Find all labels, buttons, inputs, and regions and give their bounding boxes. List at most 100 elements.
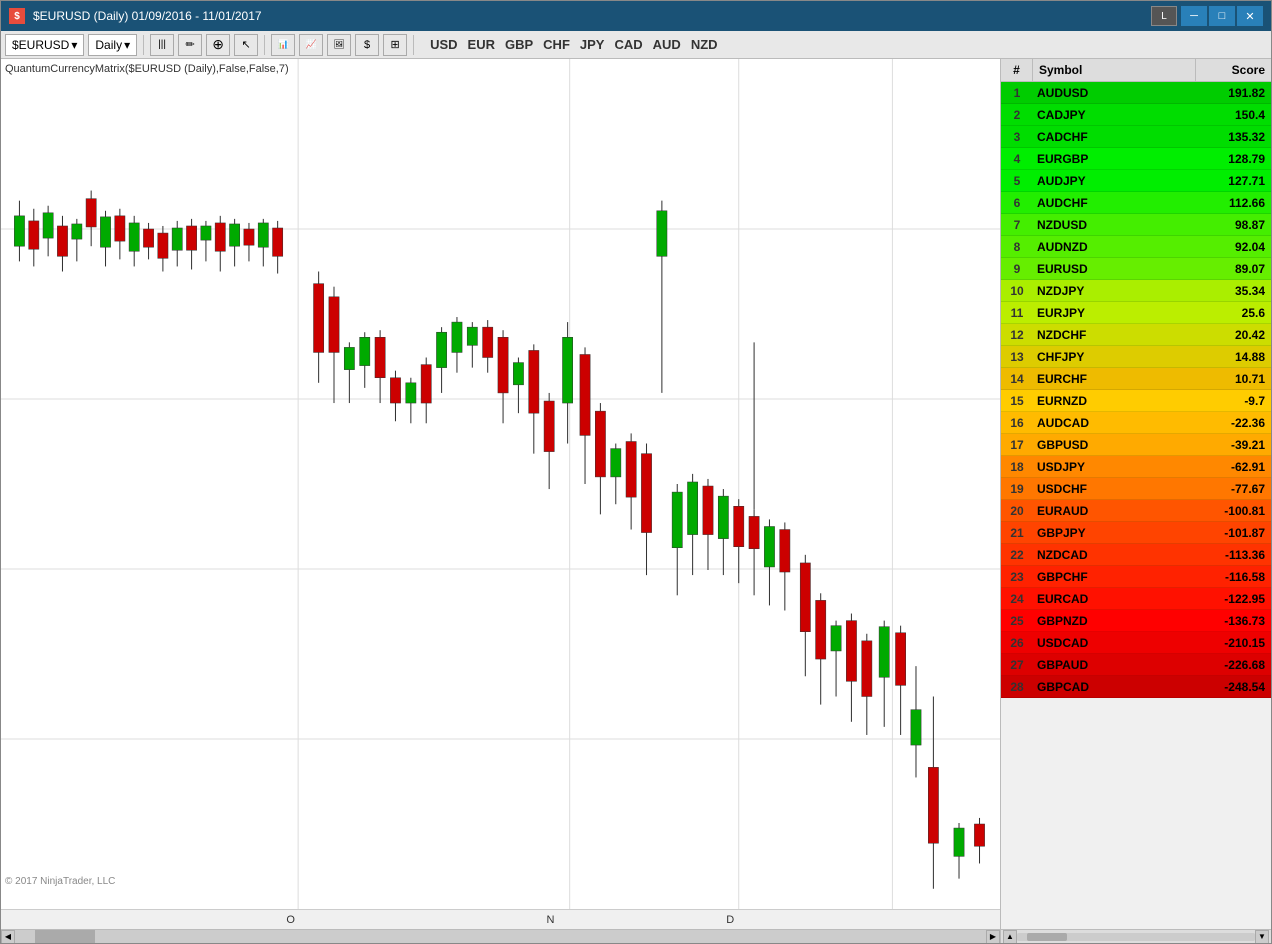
row-num: 7 xyxy=(1001,218,1033,232)
title-bar: $ $EURUSD (Daily) 01/09/2016 - 11/01/201… xyxy=(1,1,1271,31)
sidebar-scroll-up[interactable]: ▲ xyxy=(1003,930,1017,944)
sidebar-row[interactable]: 28GBPCAD-248.54 xyxy=(1001,676,1271,698)
sidebar-row[interactable]: 14EURCHF10.71 xyxy=(1001,368,1271,390)
chart-svg xyxy=(1,59,1000,909)
row-num: 28 xyxy=(1001,680,1033,694)
axis-label-n: N xyxy=(546,914,554,926)
sidebar-row[interactable]: 11EURJPY25.6 xyxy=(1001,302,1271,324)
currency-usd[interactable]: USD xyxy=(428,37,459,52)
row-num: 4 xyxy=(1001,152,1033,166)
row-symbol: GBPNZD xyxy=(1033,614,1196,628)
row-score: 89.07 xyxy=(1196,262,1271,276)
chart-area: QuantumCurrencyMatrix($EURUSD (Daily),Fa… xyxy=(1,59,1001,943)
sidebar-row[interactable]: 10NZDJPY35.34 xyxy=(1001,280,1271,302)
sidebar-row[interactable]: 19USDCHF-77.67 xyxy=(1001,478,1271,500)
sidebar-row[interactable]: 6AUDCHF112.66 xyxy=(1001,192,1271,214)
row-score: 98.87 xyxy=(1196,218,1271,232)
row-symbol: USDCAD xyxy=(1033,636,1196,650)
sidebar-row[interactable]: 15EURNZD-9.7 xyxy=(1001,390,1271,412)
sidebar-row[interactable]: 12NZDCHF20.42 xyxy=(1001,324,1271,346)
sidebar-row[interactable]: 16AUDCAD-22.36 xyxy=(1001,412,1271,434)
symbol-dropdown[interactable]: $EURUSD ▾ xyxy=(5,34,84,56)
tool-4[interactable]: $ xyxy=(355,34,379,56)
sidebar-row[interactable]: 26USDCAD-210.15 xyxy=(1001,632,1271,654)
toolbar: $EURUSD ▾ Daily ▾ ||| ✏ ⊕ ↖ 📊 📈 🖼 $ ⊞ US… xyxy=(1,31,1271,59)
row-num: 13 xyxy=(1001,350,1033,364)
currency-aud[interactable]: AUD xyxy=(651,37,683,52)
row-score: 20.42 xyxy=(1196,328,1271,342)
currency-gbp[interactable]: GBP xyxy=(503,37,535,52)
tool-1[interactable]: 📊 xyxy=(271,34,295,56)
tool-5[interactable]: ⊞ xyxy=(383,34,407,56)
row-num: 14 xyxy=(1001,372,1033,386)
timeframe-dropdown[interactable]: Daily ▾ xyxy=(88,34,137,56)
currency-eur[interactable]: EUR xyxy=(466,37,497,52)
scroll-left-btn[interactable]: ◀ xyxy=(1,930,15,944)
chart-canvas[interactable]: © 2017 NinjaTrader, LLC xyxy=(1,59,1000,909)
row-symbol: AUDCAD xyxy=(1033,416,1196,430)
sidebar-scroll-track[interactable] xyxy=(1017,933,1255,941)
sidebar-row[interactable]: 21GBPJPY-101.87 xyxy=(1001,522,1271,544)
sidebar-row[interactable]: 7NZDUSD98.87 xyxy=(1001,214,1271,236)
currency-nzd[interactable]: NZD xyxy=(689,37,720,52)
sidebar-row[interactable]: 27GBPAUD-226.68 xyxy=(1001,654,1271,676)
sidebar-row[interactable]: 24EURCAD-122.95 xyxy=(1001,588,1271,610)
row-num: 23 xyxy=(1001,570,1033,584)
sidebar-row[interactable]: 5AUDJPY127.71 xyxy=(1001,170,1271,192)
crosshair-button[interactable]: ⊕ xyxy=(206,34,230,56)
sidebar-row[interactable]: 13CHFJPY14.88 xyxy=(1001,346,1271,368)
sidebar-rows[interactable]: 1AUDUSD191.822CADJPY150.43CADCHF135.324E… xyxy=(1001,82,1271,929)
row-num: 11 xyxy=(1001,306,1033,320)
sidebar-row[interactable]: 2CADJPY150.4 xyxy=(1001,104,1271,126)
minimize-button[interactable]: ─ xyxy=(1181,6,1207,26)
chart-scrollbar-horizontal[interactable]: ◀ ▶ xyxy=(1,929,1000,943)
currency-jpy[interactable]: JPY xyxy=(578,37,607,52)
sidebar-row[interactable]: 1AUDUSD191.82 xyxy=(1001,82,1271,104)
row-score: -62.91 xyxy=(1196,460,1271,474)
currency-cad[interactable]: CAD xyxy=(612,37,644,52)
sidebar-scroll-down[interactable]: ▼ xyxy=(1255,930,1269,944)
scroll-thumb[interactable] xyxy=(35,930,95,944)
sidebar: # Symbol Score 1AUDUSD191.822CADJPY150.4… xyxy=(1001,59,1271,943)
sidebar-scrollbar[interactable]: ▲ ▼ xyxy=(1001,929,1271,943)
sidebar-row[interactable]: 22NZDCAD-113.36 xyxy=(1001,544,1271,566)
row-symbol: CADJPY xyxy=(1033,108,1196,122)
close-button[interactable]: ✕ xyxy=(1237,6,1263,26)
draw-button[interactable]: ✏ xyxy=(178,34,202,56)
sidebar-row[interactable]: 18USDJPY-62.91 xyxy=(1001,456,1271,478)
row-num: 21 xyxy=(1001,526,1033,540)
sidebar-row[interactable]: 4EURGBP128.79 xyxy=(1001,148,1271,170)
axis-label-d: D xyxy=(726,914,734,926)
row-symbol: GBPUSD xyxy=(1033,438,1196,452)
row-num: 15 xyxy=(1001,394,1033,408)
row-num: 24 xyxy=(1001,592,1033,606)
sidebar-row[interactable]: 20EURAUD-100.81 xyxy=(1001,500,1271,522)
currency-chf[interactable]: CHF xyxy=(541,37,572,52)
row-symbol: CHFJPY xyxy=(1033,350,1196,364)
sidebar-row[interactable]: 17GBPUSD-39.21 xyxy=(1001,434,1271,456)
sidebar-row[interactable]: 3CADCHF135.32 xyxy=(1001,126,1271,148)
row-symbol: GBPCAD xyxy=(1033,680,1196,694)
tool-3[interactable]: 🖼 xyxy=(327,34,351,56)
pointer-button[interactable]: ↖ xyxy=(234,34,258,56)
row-score: 127.71 xyxy=(1196,174,1271,188)
l-button[interactable]: L xyxy=(1151,6,1177,26)
row-score: -100.81 xyxy=(1196,504,1271,518)
row-num: 3 xyxy=(1001,130,1033,144)
tool-2[interactable]: 📈 xyxy=(299,34,323,56)
row-num: 12 xyxy=(1001,328,1033,342)
row-num: 26 xyxy=(1001,636,1033,650)
row-score: -116.58 xyxy=(1196,570,1271,584)
sidebar-row[interactable]: 9EURUSD89.07 xyxy=(1001,258,1271,280)
row-score: 135.32 xyxy=(1196,130,1271,144)
sidebar-row[interactable]: 25GBPNZD-136.73 xyxy=(1001,610,1271,632)
row-symbol: GBPAUD xyxy=(1033,658,1196,672)
scroll-track[interactable] xyxy=(15,930,986,944)
maximize-button[interactable]: □ xyxy=(1209,6,1235,26)
scroll-right-btn[interactable]: ▶ xyxy=(986,930,1000,944)
sidebar-scroll-thumb[interactable] xyxy=(1027,933,1067,941)
sidebar-row[interactable]: 8AUDNZD92.04 xyxy=(1001,236,1271,258)
chart-type-button[interactable]: ||| xyxy=(150,34,174,56)
row-symbol: AUDCHF xyxy=(1033,196,1196,210)
sidebar-row[interactable]: 23GBPCHF-116.58 xyxy=(1001,566,1271,588)
